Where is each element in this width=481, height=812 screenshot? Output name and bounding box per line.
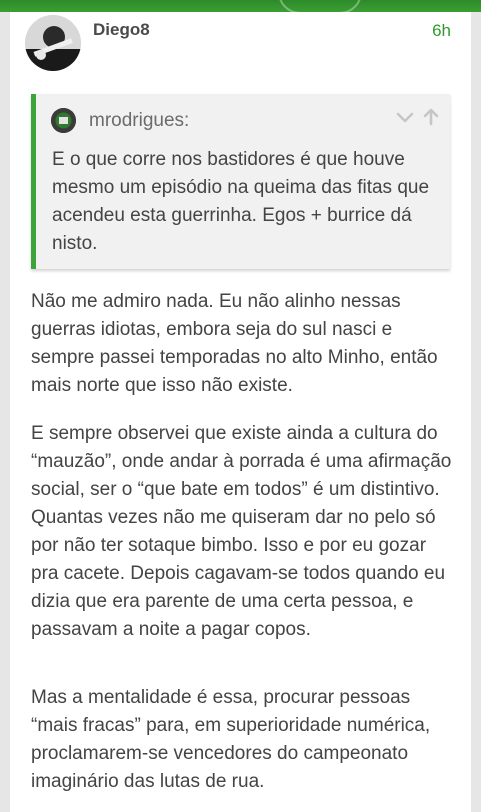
quote-actions (396, 108, 440, 126)
post-paragraph: Não me admiro nada. Eu não alinho nessas… (31, 291, 438, 396)
quote-avatar[interactable] (51, 108, 76, 133)
club-emblem-icon (278, 0, 362, 12)
quote-author: mrodrigues: (89, 110, 190, 131)
top-banner (0, 0, 481, 12)
quote-avatar-image (51, 108, 76, 133)
arrow-up-icon[interactable] (422, 108, 440, 126)
post-paragraph: E sempre observei que existe ainda a cul… (31, 423, 452, 640)
quote-block: mrodrigues: E o que corre nos bastidores… (31, 94, 450, 269)
quote-text: E o que corre nos bastidores é que houve… (52, 149, 430, 254)
avatar[interactable] (25, 15, 81, 71)
chevron-down-icon[interactable] (396, 108, 414, 126)
avatar-image (25, 15, 81, 71)
post-paragraph: Mas a mentalidade é essa, procurar pesso… (31, 687, 431, 792)
post-time[interactable]: 6h (432, 21, 451, 41)
post-card: Diego8 6h mrodrigues: E o que corre nos (10, 12, 471, 812)
username[interactable]: Diego8 (93, 20, 150, 40)
